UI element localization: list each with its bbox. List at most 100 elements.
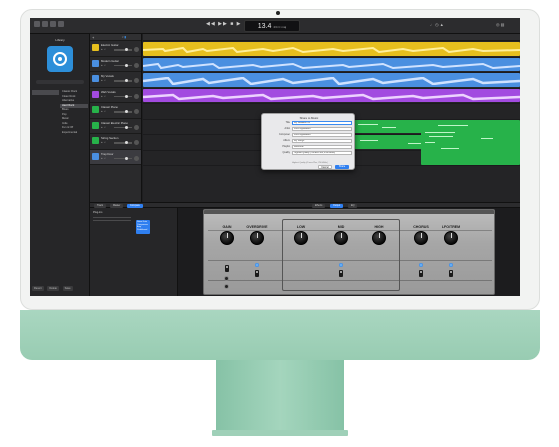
catch-icon[interactable]: ▮ [124, 35, 126, 39]
track-header[interactable]: My Vocals ● ◐ [90, 72, 141, 88]
high-knob[interactable] [372, 231, 386, 245]
track-header-selected[interactable]: Trap Door ● ◐ [90, 149, 141, 165]
chorus-knob[interactable] [414, 231, 428, 245]
plugin-item[interactable]: Pedalboard [137, 229, 149, 232]
forward-icon[interactable]: ▶▶ [218, 21, 228, 27]
composer-field[interactable]: John Appleseed [292, 133, 352, 137]
pan-knob[interactable] [134, 78, 139, 83]
toolbar-right: ♩ ◷ ▲ [430, 22, 444, 27]
mid-knob[interactable] [334, 231, 348, 245]
add-track-icon[interactable]: + [92, 35, 94, 40]
tab-effects[interactable]: Effects [312, 204, 326, 208]
mute-solo-icons[interactable]: ● ◐ [101, 126, 106, 129]
pan-knob[interactable] [134, 62, 139, 68]
mute-solo-icons[interactable]: ● ◐ [101, 95, 106, 98]
toggle-switch[interactable] [419, 270, 423, 277]
tab-master[interactable]: Master [110, 204, 124, 208]
track-header[interactable]: Electric Guitar ● ◐ [90, 41, 141, 57]
count-in-icon[interactable]: ◷ [435, 22, 439, 27]
volume-slider[interactable] [114, 48, 132, 51]
library-item[interactable]: Experimental [60, 131, 88, 136]
album-field[interactable]: My Songs [292, 139, 352, 143]
lcd-display[interactable]: 13.4 4/4 C maj [244, 20, 300, 32]
pan-knob[interactable] [134, 124, 139, 130]
plugin-slot[interactable] [93, 220, 131, 221]
pan-knob[interactable] [134, 93, 139, 99]
audio-region[interactable] [143, 42, 520, 56]
high-control: HIGH [366, 224, 392, 245]
timeline-ruler[interactable] [143, 34, 520, 41]
track-headers: + ▿ ▮ Electric Guitar ● ◐ Modern Guitar … [90, 34, 142, 202]
tab-compare[interactable]: Compare [127, 204, 143, 208]
smart-controls-toggle-button[interactable] [50, 21, 56, 27]
volume-slider[interactable] [114, 156, 132, 159]
volume-slider[interactable] [114, 110, 132, 113]
pan-knob[interactable] [134, 140, 139, 145]
library-category[interactable] [32, 99, 59, 104]
volume-slider[interactable] [114, 94, 132, 97]
cancel-button[interactable]: Cancel [318, 165, 332, 169]
track-header[interactable]: Wah Vocals ● ◐ [90, 88, 141, 103]
share-button[interactable]: Share [335, 165, 349, 169]
track-header[interactable]: String Section ● ◐ [90, 134, 141, 150]
mute-solo-icons[interactable]: ● ◐ [101, 48, 106, 51]
track-header[interactable]: Modern Guitar ● ◐ [90, 57, 141, 72]
title-field[interactable]: My Greatest Hit [292, 121, 352, 125]
tab-eq[interactable]: EQ [348, 204, 358, 208]
toggle-switch[interactable] [255, 270, 259, 277]
audio-region[interactable] [143, 88, 520, 102]
revert-button[interactable]: Revert [32, 286, 44, 291]
gain-control: GAIN [214, 224, 240, 245]
audio-region[interactable] [143, 73, 520, 87]
artist-field[interactable]: John Appleseed [292, 127, 352, 131]
gain-knob[interactable] [220, 231, 234, 245]
stop-icon[interactable]: ■ [230, 21, 234, 27]
volume-slider[interactable] [114, 141, 132, 144]
playlist-field[interactable]: Welcome [292, 145, 352, 149]
metronome-icon[interactable]: ▲ [440, 22, 444, 27]
track-header[interactable]: Classic Electric Piano ● ◐ [90, 119, 141, 134]
library-search-input[interactable] [36, 80, 84, 84]
quality-select[interactable]: Highest Quality (iTunes Plus, 256 kBit/s… [292, 151, 352, 155]
editors-toggle-button[interactable] [58, 21, 64, 27]
mute-solo-icons[interactable]: ● ◐ [101, 141, 106, 144]
save-button[interactable]: Save [62, 286, 73, 291]
mute-solo-icons[interactable]: ● ◐ [101, 110, 106, 113]
plugin-slot[interactable] [93, 217, 131, 218]
low-knob[interactable] [294, 231, 308, 245]
lfo-trem-knob[interactable] [444, 231, 458, 245]
waveform [143, 93, 520, 100]
pan-knob[interactable] [134, 47, 139, 52]
tab-output[interactable]: Output [330, 204, 344, 208]
toggle-switch[interactable] [339, 270, 343, 277]
volume-slider[interactable] [114, 63, 132, 66]
toggle-switch[interactable] [449, 270, 453, 277]
inspector-toggle-button[interactable] [42, 21, 48, 27]
volume-slider[interactable] [114, 125, 132, 128]
pan-knob[interactable] [134, 155, 139, 161]
pan-knob[interactable] [134, 109, 139, 114]
mute-solo-icons[interactable]: ● ◐ [101, 157, 106, 160]
loops-icon[interactable]: ◎ [496, 22, 500, 27]
input-jack [224, 284, 229, 289]
play-icon[interactable]: ▶ [237, 21, 242, 27]
tuner-icon[interactable]: ♩ [430, 22, 434, 27]
plugin-chain[interactable]: Noise Gate Compressor Amp Pedalboard [136, 220, 150, 234]
audio-region[interactable] [143, 57, 520, 71]
library-subcategories: Classic Rock Clean Rock Alternative Hard… [60, 90, 88, 135]
indicator-light [339, 263, 343, 267]
mute-solo-icons[interactable]: ● ◐ [101, 79, 106, 82]
track-header[interactable]: Classic Piano ● ◐ [90, 103, 141, 119]
volume-slider[interactable] [114, 79, 132, 82]
rewind-icon[interactable]: ◀◀ [206, 21, 216, 27]
share-to-music-dialog: Share to Music Title My Greatest Hit Art… [261, 113, 355, 170]
library-toggle-button[interactable] [34, 21, 40, 27]
midi-region[interactable] [421, 128, 520, 165]
piano-icon [92, 106, 99, 113]
notepad-icon[interactable]: ▤ [501, 22, 505, 27]
toggle-switch[interactable] [225, 265, 229, 272]
delete-button[interactable]: Delete [47, 286, 59, 291]
tab-track[interactable]: Track [94, 204, 106, 208]
overdrive-knob[interactable] [250, 231, 264, 245]
mute-solo-icons[interactable]: ● ◐ [101, 64, 106, 67]
